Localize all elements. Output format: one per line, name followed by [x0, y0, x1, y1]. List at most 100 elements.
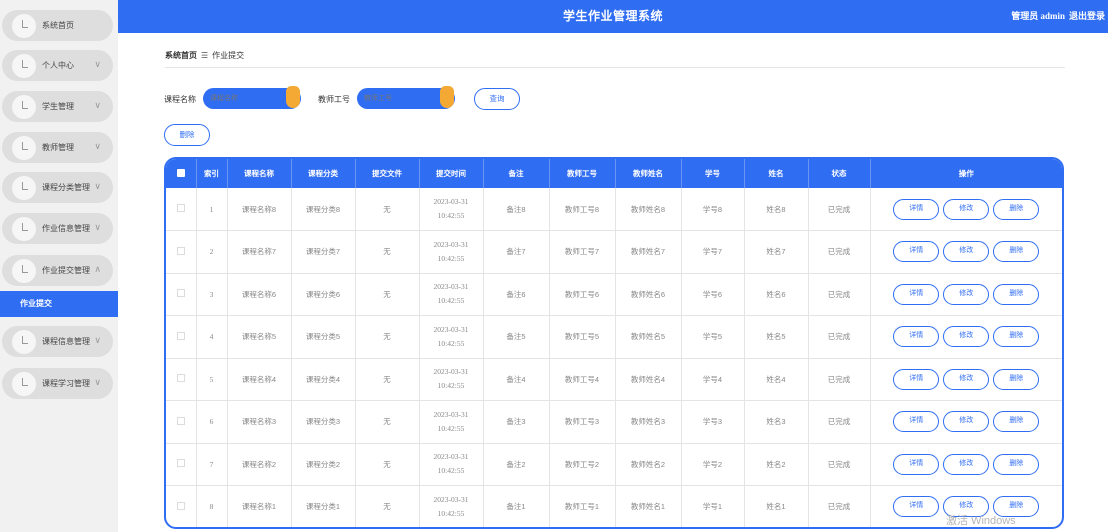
- delete-button[interactable]: 删除: [993, 198, 1040, 220]
- sidebar-item-teacher-management[interactable]: 教师管理 ∨: [2, 132, 113, 163]
- breadcrumb-current: 作业提交: [212, 51, 245, 60]
- edit-button[interactable]: 修改: [943, 241, 990, 263]
- delete-button[interactable]: 删除: [993, 283, 1040, 305]
- edit-button[interactable]: 修改: [943, 368, 990, 390]
- sidebar-item-assignment-info-management[interactable]: 作业信息管理 ∨: [2, 213, 113, 244]
- cell-teacher-name: 教师姓名1: [615, 485, 682, 527]
- detail-button[interactable]: 详情: [893, 326, 940, 348]
- cell-submitted-file: 无: [355, 230, 420, 274]
- delete-button[interactable]: 删除: [993, 368, 1040, 390]
- row-select[interactable]: [166, 358, 197, 401]
- detail-button[interactable]: 详情: [893, 411, 940, 433]
- cell-index: 5: [196, 358, 228, 401]
- submission-table: 索引 课程名称 课程分类 提交文件 提交时间 备注 教师工号 教师姓名 学号 姓…: [164, 157, 1064, 529]
- checkbox-icon[interactable]: [176, 168, 185, 177]
- row-checkbox[interactable]: [176, 459, 185, 468]
- detail-button[interactable]: 详情: [893, 368, 940, 390]
- delete-button[interactable]: 删除: [993, 326, 1040, 348]
- row-checkbox[interactable]: [176, 246, 185, 255]
- sidebar-item-home[interactable]: 系统首页: [2, 10, 113, 41]
- sidebar-item-assignment-submission-management[interactable]: 作业提交管理 ∧: [2, 255, 113, 286]
- row-select[interactable]: [166, 315, 197, 359]
- cell-course-category: 课程分类7: [291, 230, 356, 274]
- query-button[interactable]: 查询: [474, 88, 520, 110]
- cell-teacher-id: 教师工号6: [549, 273, 616, 316]
- edit-button[interactable]: 修改: [943, 326, 990, 348]
- edit-button[interactable]: 修改: [943, 411, 990, 433]
- cell-index: 8: [196, 485, 228, 527]
- detail-button[interactable]: 详情: [893, 241, 940, 263]
- cell-actions: 详情 修改 删除: [870, 443, 1062, 486]
- cell-student-id: 学号2: [681, 443, 745, 486]
- detail-button[interactable]: 详情: [893, 453, 940, 475]
- sidebar-item-course-category-management[interactable]: 课程分类管理 ∨: [2, 172, 113, 203]
- row-select[interactable]: [166, 188, 197, 231]
- cell-teacher-name: 教师姓名3: [615, 400, 682, 444]
- cell-index: 4: [196, 315, 228, 359]
- column-header: 课程分类: [291, 159, 356, 188]
- cell-teacher-name: 教师姓名2: [615, 443, 682, 486]
- delete-button[interactable]: 删除: [993, 241, 1040, 263]
- row-select[interactable]: [166, 443, 197, 486]
- cell-index: 6: [196, 400, 228, 444]
- sidebar-item-course-study-management[interactable]: 课程学习管理 ∨: [2, 368, 113, 399]
- row-checkbox[interactable]: [176, 501, 185, 510]
- row-checkbox[interactable]: [176, 416, 185, 425]
- batch-delete-button[interactable]: 删除: [164, 124, 210, 146]
- cell-course-name: 课程名称4: [227, 358, 292, 401]
- delete-button[interactable]: 删除: [993, 411, 1040, 433]
- cell-note: 备注2: [483, 443, 550, 486]
- sidebar-item-personal-center[interactable]: 个人中心 ∨: [2, 50, 113, 81]
- edit-button[interactable]: 修改: [943, 198, 990, 220]
- row-select[interactable]: [166, 273, 197, 316]
- row-select[interactable]: [166, 230, 197, 274]
- windows-activation-watermark: 激活 Windows: [946, 515, 1016, 527]
- table-row: 6 课程名称3 课程分类3 无 2023-03-31 10:42:55 备注3 教师工号3 教…: [166, 400, 1062, 444]
- cell-status: 已完成: [808, 315, 871, 359]
- cell-status: 已完成: [808, 485, 871, 527]
- cell-course-category: 课程分类4: [291, 358, 356, 401]
- cell-course-category: 课程分类3: [291, 400, 356, 444]
- input-accent-icon: [440, 86, 454, 108]
- row-select[interactable]: [166, 485, 197, 527]
- current-user: 管理员 admin: [1011, 11, 1065, 21]
- column-header: 课程名称: [227, 159, 292, 188]
- cell-course-name: 课程名称3: [227, 400, 292, 444]
- row-checkbox[interactable]: [176, 204, 185, 212]
- column-header: 状态: [808, 159, 871, 188]
- row-select[interactable]: [166, 400, 197, 444]
- edit-button[interactable]: 修改: [943, 453, 990, 475]
- cell-student-id: 学号6: [681, 273, 745, 316]
- row-checkbox[interactable]: [176, 289, 185, 298]
- cell-actions: 详情 修改 删除: [870, 230, 1062, 274]
- sidebar-item-label: 作业信息管理: [42, 224, 90, 233]
- cell-course-category: 课程分类6: [291, 273, 356, 316]
- cell-index: 2: [196, 230, 228, 274]
- app-title: 学生作业管理系统: [562, 9, 663, 23]
- cell-course-name: 课程名称6: [227, 273, 292, 316]
- cell-submitted-file: 无: [355, 273, 420, 316]
- detail-button[interactable]: 详情: [893, 283, 940, 305]
- delete-button[interactable]: 删除: [993, 453, 1040, 475]
- sidebar-subitem-assignment-submission[interactable]: 作业提交: [0, 291, 118, 317]
- chevron-down-icon: ∨: [94, 100, 101, 110]
- detail-button[interactable]: 详情: [893, 496, 940, 518]
- column-header: 姓名: [744, 159, 809, 188]
- menu-icon: [12, 329, 36, 354]
- breadcrumb-home[interactable]: 系统首页: [165, 51, 197, 60]
- cell-submit-time: 2023-03-31 10:42:55: [419, 230, 484, 274]
- row-checkbox[interactable]: [176, 331, 185, 340]
- input-accent-icon: [286, 86, 300, 108]
- cell-submit-time: 2023-03-31 10:42:55: [419, 485, 484, 527]
- cell-status: 已完成: [808, 400, 871, 444]
- sidebar-item-student-management[interactable]: 学生管理 ∨: [2, 91, 113, 122]
- cell-student-id: 学号3: [681, 400, 745, 444]
- cell-teacher-id: 教师工号3: [549, 400, 616, 444]
- sidebar-item-course-info-management[interactable]: 课程信息管理 ∨: [2, 326, 113, 357]
- top-header: 学生作业管理系统 管理员 admin 退出登录: [118, 0, 1108, 33]
- select-all-checkbox[interactable]: [166, 159, 197, 188]
- row-checkbox[interactable]: [176, 374, 185, 383]
- edit-button[interactable]: 修改: [943, 283, 990, 305]
- logout-link[interactable]: 退出登录: [1069, 11, 1105, 21]
- detail-button[interactable]: 详情: [893, 198, 940, 220]
